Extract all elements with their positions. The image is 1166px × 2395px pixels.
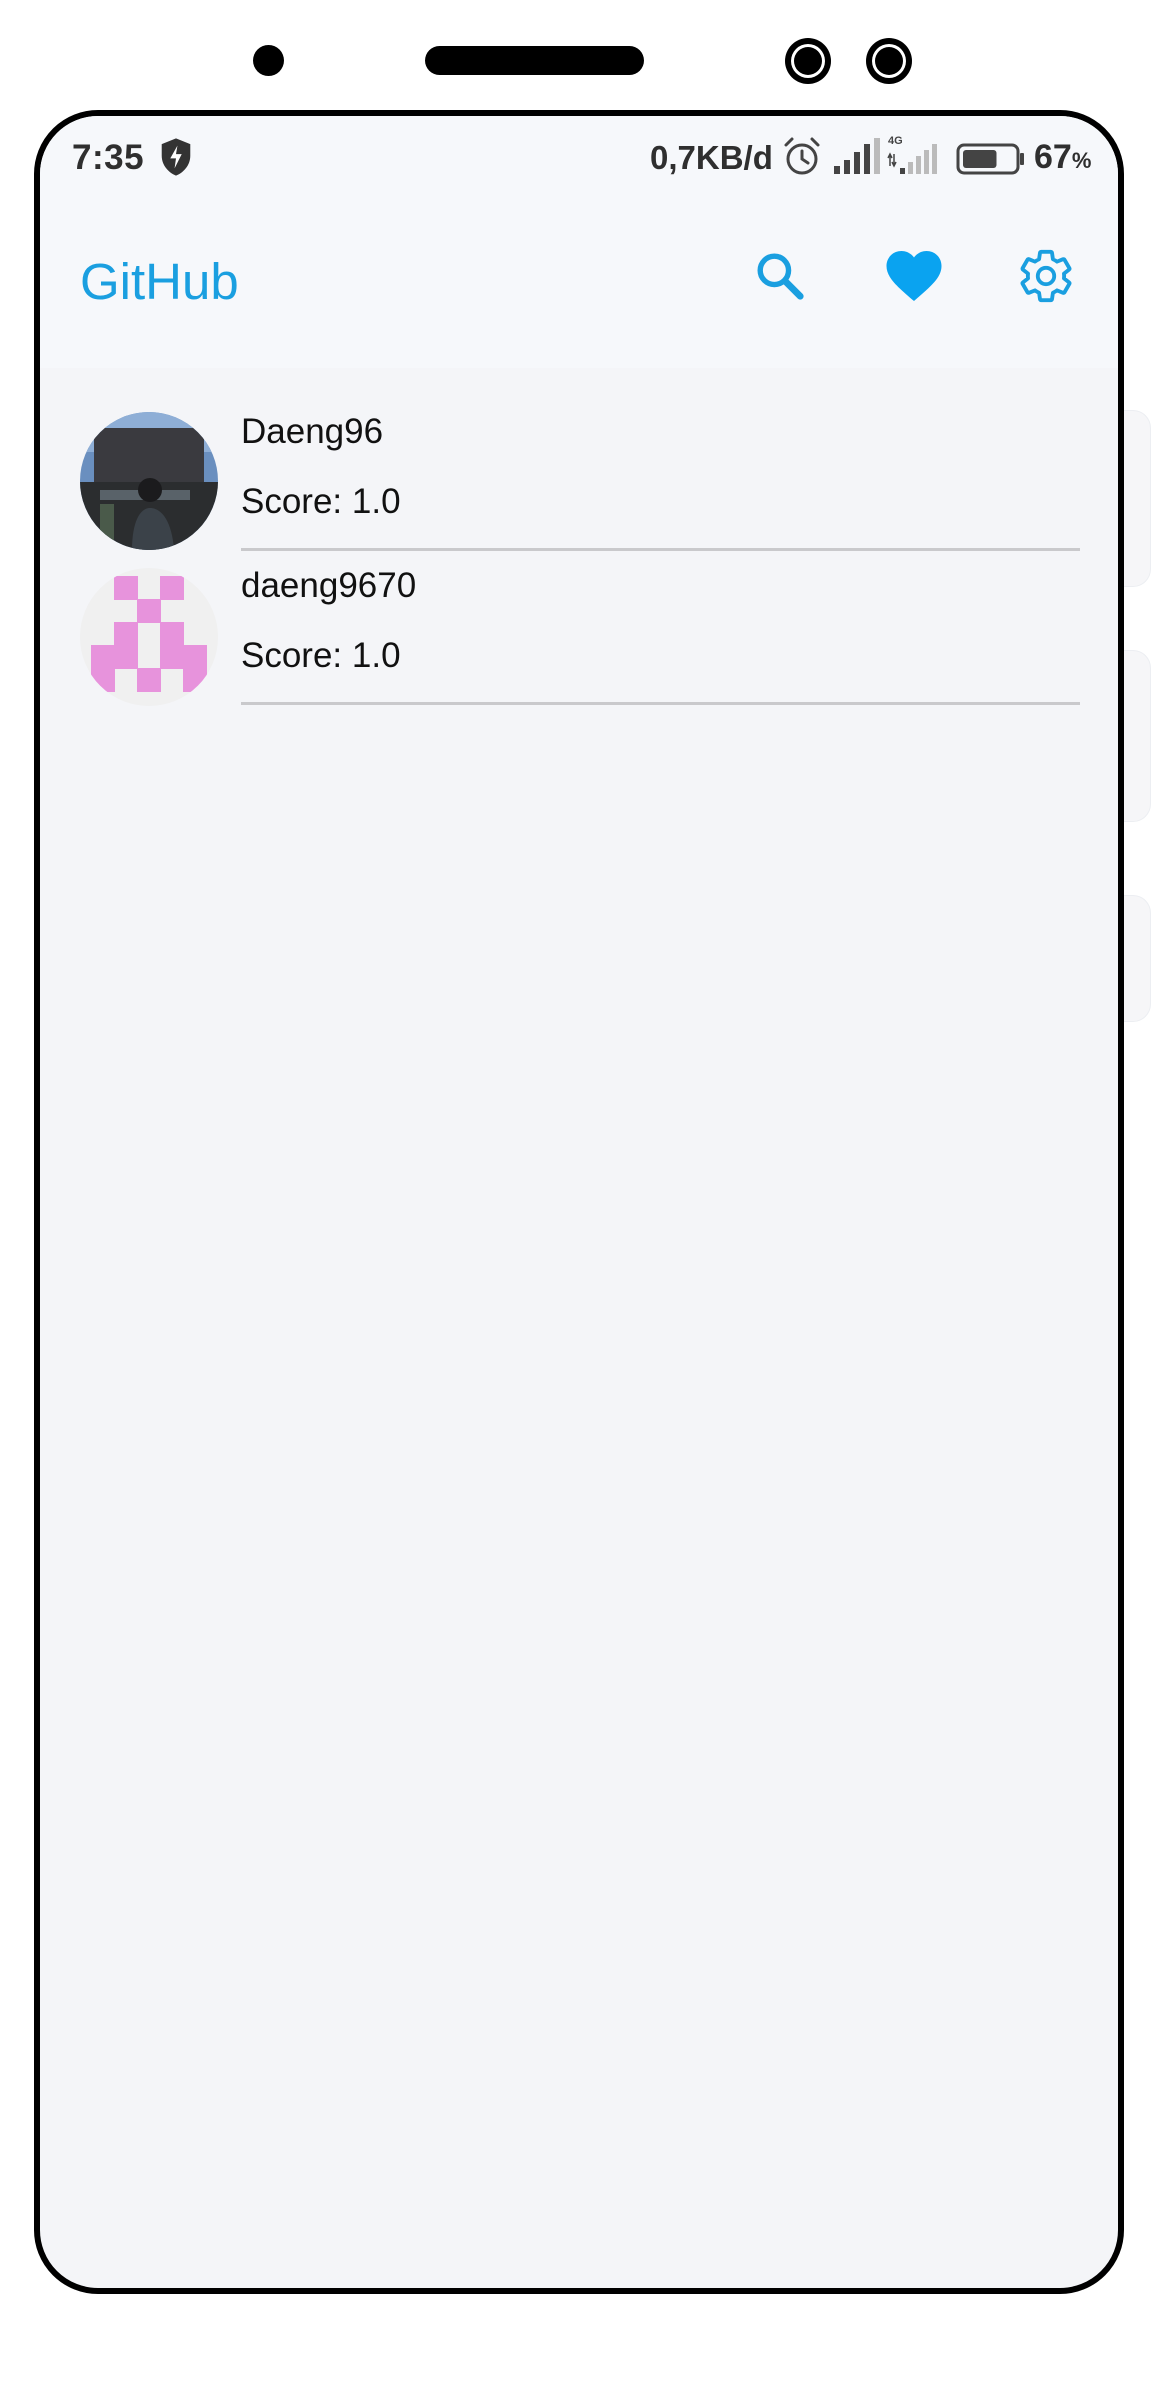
battery-level-fill <box>963 150 997 168</box>
divider <box>241 702 1080 705</box>
battery-icon <box>956 143 1024 175</box>
earpiece-speaker <box>425 46 644 75</box>
avatar <box>80 568 218 706</box>
front-camera-dot <box>253 45 284 76</box>
proximity-sensor <box>785 38 831 84</box>
network-type-label: 4G <box>888 135 903 147</box>
signal-strength-icon <box>834 138 880 174</box>
phone-screen: 7:35 0,7KB/d 4G 67% GitHub Daeng96 Score… <box>34 110 1124 2294</box>
status-time: 7:35 <box>72 138 145 177</box>
search-icon <box>757 253 804 300</box>
list-item[interactable]: Daeng96 Score: 1.0 <box>40 368 1118 551</box>
volume-down-button <box>1120 895 1151 1022</box>
favorites-button[interactable] <box>876 238 952 314</box>
list-item[interactable]: daeng9670 Score: 1.0 <box>40 524 1118 706</box>
app-title: GitHub <box>80 253 239 310</box>
identicon-image <box>80 568 218 706</box>
settings-button[interactable] <box>1008 238 1084 314</box>
volume-up-button <box>1120 650 1151 822</box>
heart-icon <box>886 251 942 301</box>
battery-percentage: 67% <box>1034 138 1091 177</box>
battery-unit: % <box>1071 148 1092 173</box>
alarm-clock-icon <box>784 137 820 175</box>
shield-bolt-icon <box>161 138 191 176</box>
user-login: Daeng96 <box>241 412 384 451</box>
status-bar: 7:35 0,7KB/d 4G 67% <box>40 116 1118 198</box>
gear-icon <box>1020 249 1072 303</box>
user-score: Score: 1.0 <box>241 482 401 521</box>
network-speed: 0,7KB/d <box>650 139 773 176</box>
app-toolbar: GitHub <box>40 198 1118 368</box>
signal-4g-icon: 4G <box>887 135 937 174</box>
search-button[interactable] <box>742 238 818 314</box>
power-button <box>1120 410 1151 587</box>
battery-value: 67 <box>1034 138 1072 176</box>
ambient-light-sensor <box>866 38 912 84</box>
user-list: Daeng96 Score: 1.0 daeng9670 Score: 1.0 <box>40 368 1118 706</box>
user-score: Score: 1.0 <box>241 636 401 675</box>
user-login: daeng9670 <box>241 566 417 605</box>
